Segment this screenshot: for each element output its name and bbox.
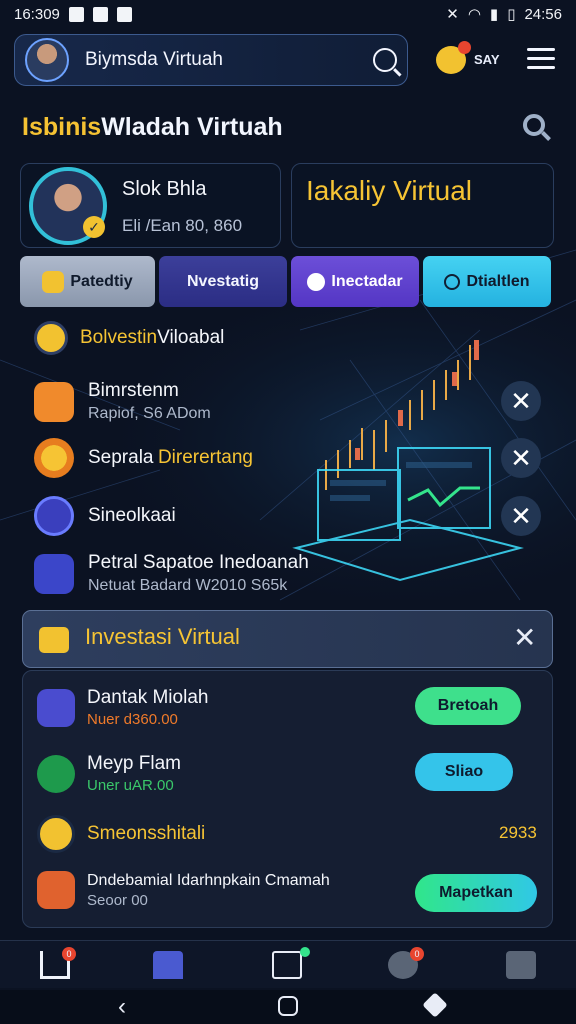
coin-icon bbox=[42, 270, 65, 293]
status-clock: 24:56 bbox=[524, 5, 562, 23]
tab-inectadar[interactable]: Inectadar bbox=[291, 256, 419, 307]
list-item-subtitle: Netuat Badard W2010 S65k bbox=[88, 577, 288, 594]
profile-name: Slok Bhla bbox=[122, 178, 207, 200]
panel-row-subtitle: Uner uAR.00 bbox=[87, 777, 174, 794]
investment-panel: Dantak Miolah Nuer d360.00 Bretoah Meyp … bbox=[22, 670, 553, 928]
tab-label: Nvestatig bbox=[186, 272, 260, 290]
shield-icon bbox=[34, 553, 74, 594]
list-item[interactable]: Seprala Direrertang bbox=[34, 438, 253, 478]
home-circle-icon[interactable] bbox=[278, 996, 298, 1016]
bottom-nav: 0 0 bbox=[0, 940, 576, 988]
nav-badge: 0 bbox=[410, 947, 424, 961]
tab-label: Dtialtlen bbox=[466, 272, 530, 290]
notification-icon bbox=[68, 6, 84, 22]
check-icon bbox=[37, 754, 75, 793]
gear-icon bbox=[307, 272, 326, 291]
panel-row-title: Meyp Flam bbox=[87, 753, 181, 774]
search-icon[interactable] bbox=[523, 114, 545, 136]
tab-dtialtlen[interactable]: Dtialtlen bbox=[423, 256, 551, 307]
nav-badge: 0 bbox=[62, 947, 76, 961]
nav-dot bbox=[300, 947, 310, 957]
bretoah-button[interactable]: Bretoah bbox=[415, 687, 521, 725]
profile-subtitle: Eli /Ean 80, 860 bbox=[122, 216, 243, 235]
app-header: Biymsda Virtuah bbox=[14, 34, 408, 86]
app-title: Biymsda Virtuah bbox=[85, 49, 223, 70]
mapetkan-button[interactable]: Mapetkan bbox=[415, 874, 537, 912]
list-item-subtitle: Rapiof, S6 ADom bbox=[88, 405, 211, 422]
status-bar: 16:309 ✕ ◠ ▮ ▯ 24:56 bbox=[0, 0, 576, 28]
tab-nvestatig[interactable]: Nvestatig bbox=[159, 256, 287, 307]
tab-label: Patedtiy bbox=[70, 272, 133, 290]
list-item[interactable]: Bimrstenm Rapiof, S6 ADom bbox=[34, 380, 211, 423]
page-title-part1: Isbinis bbox=[22, 113, 102, 141]
clock-icon bbox=[444, 273, 461, 290]
panel-row: Dndebamial Idarhnpkain Cmamah Seoor 00 bbox=[37, 871, 330, 909]
coin-icon bbox=[37, 815, 75, 853]
list-item-title-part2: Direrertang bbox=[157, 447, 253, 468]
bell-icon[interactable] bbox=[436, 41, 471, 74]
back-icon[interactable]: ‹ bbox=[118, 993, 126, 1021]
panel-row-title: Dndebamial Idarhnpkain Cmamah bbox=[87, 871, 330, 889]
notification-badge bbox=[458, 41, 471, 54]
list-header-part1: Bolvestin bbox=[80, 327, 158, 348]
list-header: Bolvestin Viloabal bbox=[34, 321, 224, 355]
menu-icon[interactable] bbox=[527, 48, 555, 72]
virtual-card[interactable]: Iakaliy Virtual bbox=[291, 163, 554, 248]
list-item[interactable]: Sineolkaai bbox=[34, 496, 176, 536]
sliao-button[interactable]: Sliao bbox=[415, 753, 513, 791]
panel-row: Meyp Flam Uner uAR.00 bbox=[37, 753, 181, 794]
close-icon[interactable]: ✕ bbox=[501, 438, 541, 478]
status-time: 16:309 bbox=[14, 5, 60, 23]
list-header-part2: Viloabal bbox=[157, 327, 225, 348]
list-item-title: Bimrstenm bbox=[88, 380, 179, 401]
close-icon[interactable]: ✕ bbox=[501, 381, 541, 421]
calculator-icon bbox=[34, 381, 74, 422]
close-icon[interactable]: ✕ bbox=[501, 496, 541, 536]
panel-row-subtitle: Seoor 00 bbox=[87, 891, 148, 909]
battery-icon: ▯ bbox=[507, 6, 516, 23]
panel-row: Dantak Miolah Nuer d360.00 bbox=[37, 687, 208, 728]
wallet-icon[interactable] bbox=[272, 951, 302, 979]
recent-icon[interactable] bbox=[422, 992, 448, 1018]
tab-label: Inectadar bbox=[331, 272, 403, 290]
panel-row-title: Dantak Miolah bbox=[87, 687, 209, 708]
mute-icon: ✕ bbox=[446, 6, 459, 23]
system-nav: ‹ bbox=[0, 990, 576, 1024]
profile-avatar: ✓ bbox=[29, 167, 107, 245]
equal-icon bbox=[34, 321, 68, 355]
list-item[interactable]: Petral Sapatoe Inedoanah Netuat Badard W… bbox=[34, 552, 309, 595]
chart-icon bbox=[37, 688, 75, 727]
star-icon bbox=[34, 438, 74, 478]
panel-row-subtitle: Nuer d360.00 bbox=[87, 711, 178, 728]
tab-bar: Patedtiy Nvestatig Inectadar Dtialtlen bbox=[20, 256, 554, 307]
signal-icon: ▮ bbox=[489, 6, 499, 23]
page-title-part2: Wladah Virtuah bbox=[101, 113, 283, 141]
virtual-card-title: Iakaliy Virtual bbox=[306, 175, 473, 206]
profile-card[interactable]: ✓ Slok Bhla Eli /Ean 80, 860 bbox=[20, 163, 281, 248]
notification-icon bbox=[116, 6, 132, 22]
say-label[interactable]: SAY bbox=[474, 52, 500, 67]
list-item-title-part1: Seprala bbox=[88, 447, 154, 468]
panel-row: Smeonsshitali bbox=[37, 815, 205, 853]
briefcase-icon[interactable] bbox=[506, 951, 536, 979]
notification-icon bbox=[92, 6, 108, 22]
investasi-banner[interactable]: Investasi Virtual ✕ bbox=[22, 610, 553, 668]
panel-row-value: 2933 bbox=[499, 823, 537, 842]
banner-title: Investasi Virtual bbox=[85, 624, 240, 649]
page-title: IsbinisWladah Virtuah bbox=[22, 113, 283, 142]
wifi-icon: ◠ bbox=[467, 6, 481, 23]
bank-icon[interactable] bbox=[153, 951, 183, 979]
list-item-title: Petral Sapatoe Inedoanah bbox=[88, 552, 309, 573]
calendar-icon bbox=[37, 871, 75, 909]
panel-row-title: Smeonsshitali bbox=[87, 823, 206, 844]
wallet-icon bbox=[39, 627, 69, 653]
search-icon[interactable] bbox=[373, 48, 397, 72]
globe-icon bbox=[34, 496, 74, 536]
close-icon[interactable]: ✕ bbox=[513, 621, 536, 654]
verified-icon: ✓ bbox=[83, 216, 105, 238]
avatar[interactable] bbox=[25, 38, 69, 82]
tab-patedtiy[interactable]: Patedtiy bbox=[20, 256, 155, 307]
list-item-title: Sineolkaai bbox=[88, 505, 176, 526]
